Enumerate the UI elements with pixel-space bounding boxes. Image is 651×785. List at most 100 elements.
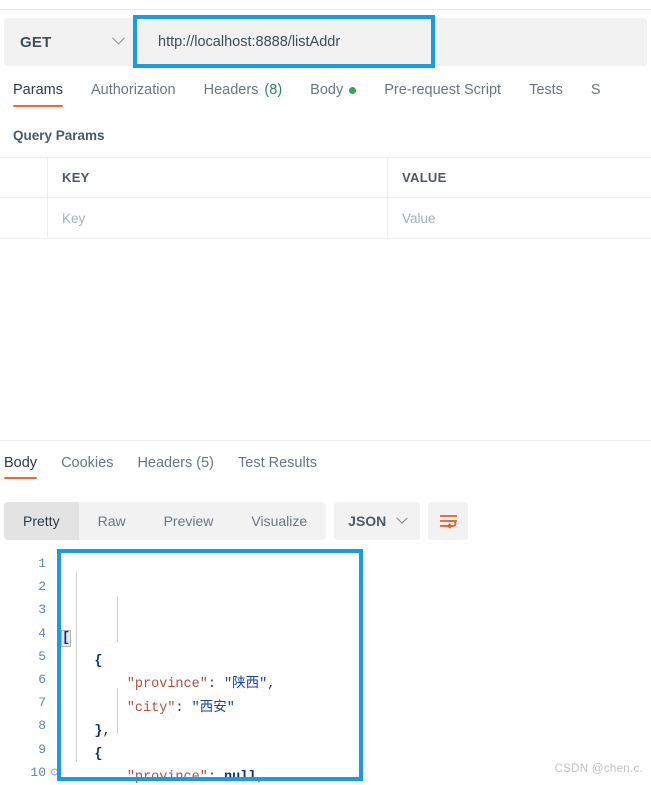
value-placeholder: Value bbox=[402, 210, 436, 226]
line-number: 7 bbox=[38, 695, 46, 711]
row-key-input[interactable]: Key bbox=[48, 198, 388, 238]
table-row[interactable]: Key Value bbox=[0, 198, 651, 239]
request-tab-label: S bbox=[590, 82, 601, 98]
wrap-text-button[interactable] bbox=[428, 502, 469, 540]
line-number-gutter: 1 2 3 4 5 6 7 8 9 10 bbox=[0, 552, 58, 784]
wrap-text-icon bbox=[439, 514, 457, 529]
line-number: 5 bbox=[38, 648, 46, 664]
response-tab-headers[interactable]: Headers (5) bbox=[137, 455, 214, 479]
request-tab-pre-request-script[interactable]: Pre-request Script bbox=[384, 82, 501, 107]
code-line: "province": "陕西", bbox=[62, 673, 276, 696]
code-token-punc: , bbox=[267, 677, 276, 693]
row-checkbox-cell[interactable] bbox=[0, 198, 48, 238]
unsaved-dot-icon bbox=[349, 86, 357, 94]
code-token-punc: , bbox=[102, 723, 111, 739]
code-token-punc bbox=[62, 724, 94, 739]
view-mode-visualize[interactable]: Visualize bbox=[232, 502, 326, 540]
view-mode-group: Pretty Raw Preview Visualize bbox=[4, 502, 327, 540]
query-params-table: KEY VALUE Key Value bbox=[0, 157, 651, 239]
code-token-str: "陕西" bbox=[224, 677, 268, 693]
code-token-brace: { bbox=[94, 654, 103, 670]
json-code[interactable]: [ { "province": "陕西", "city": "西安" }, { … bbox=[60, 552, 276, 785]
code-token-key: "city" bbox=[126, 700, 176, 716]
code-token-brace: [ bbox=[60, 630, 72, 647]
response-divider bbox=[0, 440, 651, 441]
code-token-punc: , bbox=[256, 770, 265, 785]
line-number: 2 bbox=[38, 579, 46, 595]
response-tabs: Body Cookies Headers (5) Test Results bbox=[0, 455, 651, 489]
format-dropdown-label: JSON bbox=[348, 513, 387, 529]
response-format-toolbar: Pretty Raw Preview Visualize JSON bbox=[4, 502, 469, 540]
request-tabs: Params Authorization Headers (8) Body Pre-req… bbox=[0, 82, 651, 118]
row-value-input[interactable]: Value bbox=[388, 198, 651, 238]
http-method-label: GET bbox=[20, 33, 52, 51]
line-number: 9 bbox=[38, 741, 46, 757]
line-number: 6 bbox=[38, 671, 46, 687]
request-url-bar: GET http://localhost:8888/listAddr bbox=[4, 18, 647, 66]
column-header-value: VALUE bbox=[402, 170, 447, 185]
code-token-punc bbox=[62, 701, 127, 716]
response-body-viewer[interactable]: 1 2 3 4 5 6 7 8 9 10 [ { "province": "陕西", "city"… bbox=[0, 552, 651, 785]
request-tab-params[interactable]: Params bbox=[13, 82, 63, 107]
query-params-title: Query Params bbox=[13, 128, 105, 143]
watermark: CSDN @chen.c. bbox=[554, 763, 643, 775]
http-method-selector[interactable]: GET bbox=[4, 18, 137, 66]
line-number: 8 bbox=[38, 718, 46, 734]
code-token-punc: : bbox=[207, 677, 225, 693]
request-tab-label: Authorization bbox=[90, 82, 176, 98]
code-token-null: null bbox=[224, 770, 257, 785]
line-number: 4 bbox=[38, 625, 46, 641]
request-tab-label: Headers bbox=[203, 82, 259, 98]
code-token-brace: } bbox=[94, 723, 103, 739]
postman-window: GET http://localhost:8888/listAddr Param… bbox=[0, 0, 651, 785]
code-token-punc bbox=[62, 770, 127, 785]
chevron-down-icon bbox=[396, 512, 408, 524]
line-number: 10 bbox=[0, 761, 58, 784]
request-tab-count: (8) bbox=[264, 82, 283, 98]
url-input[interactable]: http://localhost:8888/listAddr bbox=[138, 18, 647, 66]
code-token-punc bbox=[62, 677, 127, 692]
top-divider bbox=[0, 9, 651, 10]
code-token-punc: : bbox=[207, 770, 225, 785]
header-value-cell: VALUE bbox=[388, 158, 651, 197]
code-token-punc bbox=[62, 747, 94, 762]
view-mode-raw[interactable]: Raw bbox=[79, 502, 145, 540]
code-line: { bbox=[62, 650, 275, 673]
request-tab-label: Tests bbox=[529, 82, 563, 98]
line-number: 1 bbox=[38, 556, 46, 571]
line-number: 3 bbox=[38, 602, 46, 618]
chevron-down-icon bbox=[112, 31, 125, 45]
response-tab-test-results[interactable]: Test Results bbox=[238, 455, 317, 479]
code-token-str: "西安" bbox=[191, 700, 235, 716]
code-line: }, bbox=[62, 720, 275, 743]
column-header-key: KEY bbox=[62, 170, 90, 185]
response-tab-body[interactable]: Body bbox=[4, 455, 38, 479]
request-tab-headers[interactable]: Headers (8) bbox=[204, 82, 283, 107]
format-dropdown[interactable]: JSON bbox=[334, 502, 421, 540]
code-line: "city": "西安" bbox=[62, 697, 275, 720]
request-tab-label: Params bbox=[13, 82, 63, 98]
view-mode-pretty[interactable]: Pretty bbox=[4, 502, 79, 540]
code-token-punc: : bbox=[175, 700, 192, 716]
request-tab-s[interactable]: S bbox=[591, 82, 601, 107]
code-token-key: "province" bbox=[126, 677, 208, 693]
request-tab-label: Pre-request Script bbox=[384, 82, 502, 98]
code-line: "province": null, bbox=[62, 766, 275, 785]
view-mode-preview[interactable]: Preview bbox=[145, 502, 233, 540]
header-checkbox-cell bbox=[0, 158, 48, 197]
header-key-cell: KEY bbox=[48, 158, 388, 197]
code-token-key: "province" bbox=[126, 770, 208, 785]
table-header-row: KEY VALUE bbox=[0, 157, 651, 198]
code-line: [ bbox=[60, 627, 275, 650]
request-tab-label: Body bbox=[310, 82, 344, 98]
url-text: http://localhost:8888/listAddr bbox=[158, 34, 341, 50]
request-tab-tests[interactable]: Tests bbox=[529, 82, 563, 107]
code-token-punc bbox=[62, 654, 94, 669]
request-tab-body[interactable]: Body bbox=[310, 82, 357, 107]
fold-indicator-icon[interactable] bbox=[51, 768, 58, 776]
key-placeholder: Key bbox=[62, 210, 86, 226]
code-line: { bbox=[62, 743, 275, 766]
code-token-brace: { bbox=[94, 746, 103, 762]
response-tab-cookies[interactable]: Cookies bbox=[61, 455, 113, 479]
request-tab-authorization[interactable]: Authorization bbox=[91, 82, 176, 107]
